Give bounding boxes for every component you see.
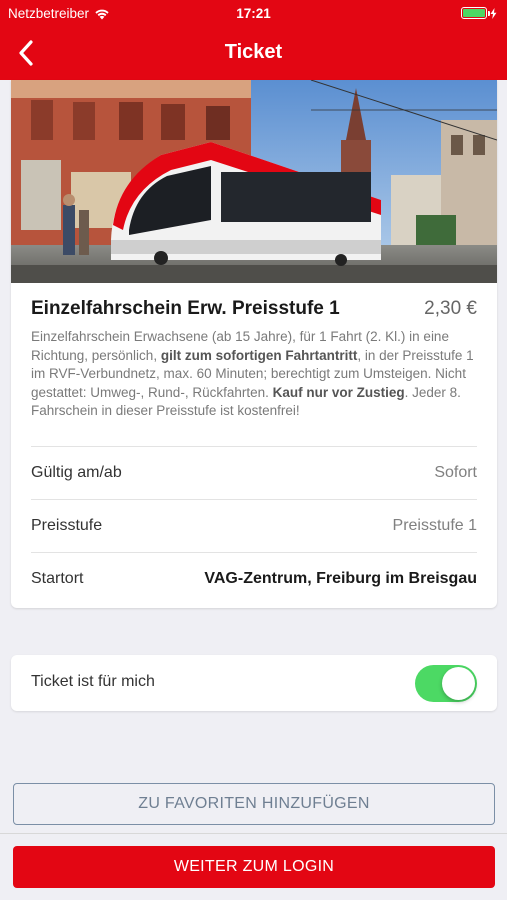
detail-row-valid-from: Gültig am/ab Sofort bbox=[31, 446, 477, 499]
continue-to-login-button[interactable]: WEITER ZUM LOGIN bbox=[13, 846, 495, 888]
ticket-card: Einzelfahrschein Erw. Preisstufe 1 2,30 … bbox=[11, 80, 497, 608]
charging-bolt-icon bbox=[490, 7, 497, 19]
page-title: Ticket bbox=[224, 41, 283, 63]
ticket-price: 2,30 € bbox=[424, 298, 477, 319]
status-time: 17:21 bbox=[236, 6, 271, 21]
ticket-for-me-card: Ticket ist für mich bbox=[11, 655, 497, 711]
ticket-for-me-label: Ticket ist für mich bbox=[31, 673, 155, 690]
detail-row-price-level: Preisstufe Preisstufe 1 bbox=[31, 499, 477, 552]
detail-value: Preisstufe 1 bbox=[392, 517, 477, 534]
detail-label: Startort bbox=[31, 570, 84, 587]
toggle-knob bbox=[442, 667, 475, 700]
status-bar: Netzbetreiber 17:21 bbox=[0, 0, 507, 28]
battery-icon bbox=[461, 7, 490, 19]
tram-photo bbox=[11, 80, 497, 283]
ticket-for-me-toggle[interactable] bbox=[415, 665, 477, 702]
description-highlight: Kauf nur vor Zustieg bbox=[272, 384, 405, 400]
detail-value: Sofort bbox=[434, 464, 477, 481]
detail-label: Gültig am/ab bbox=[31, 464, 122, 481]
ticket-title: Einzelfahrschein Erw. Preisstufe 1 bbox=[31, 298, 340, 319]
header-bar: Netzbetreiber 17:21 Ticket bbox=[0, 0, 507, 80]
add-to-favorites-button[interactable]: ZU FAVORITEN HINZUFÜGEN bbox=[13, 783, 495, 825]
navigation-bar: Ticket bbox=[0, 28, 507, 80]
ticket-description: Einzelfahrschein Erwachsene (ab 15 Jahre… bbox=[31, 328, 483, 421]
detail-value: VAG-Zentrum, Freiburg im Breisgau bbox=[204, 570, 477, 587]
detail-label: Preisstufe bbox=[31, 517, 103, 534]
detail-row-start-location: Startort VAG-Zentrum, Freiburg im Breisg… bbox=[31, 552, 477, 605]
description-highlight: gilt zum sofortigen Fahrtantritt bbox=[160, 347, 358, 363]
divider bbox=[0, 833, 507, 834]
battery-indicator bbox=[461, 7, 497, 19]
ticket-header: Einzelfahrschein Erw. Preisstufe 1 2,30 … bbox=[31, 298, 477, 324]
